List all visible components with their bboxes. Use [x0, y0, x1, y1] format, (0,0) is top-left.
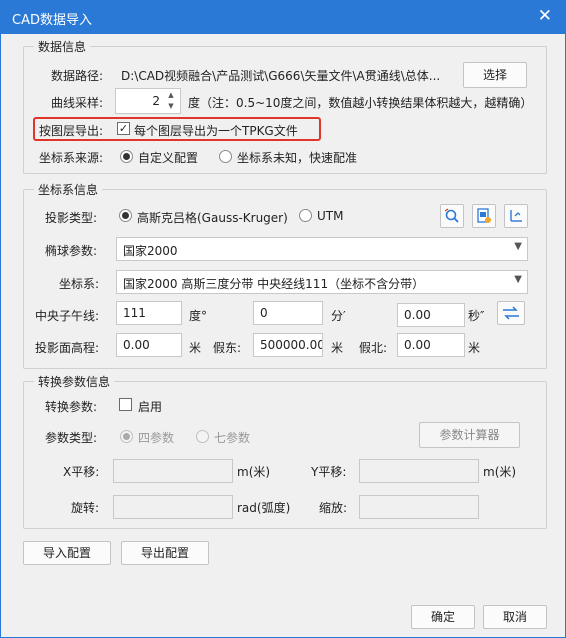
path-label: 数据路径:: [51, 69, 104, 83]
layer-export-label: 按图层导出:: [39, 124, 104, 138]
chevron-down-icon: ▼: [514, 274, 522, 285]
curve-label: 曲线采样:: [51, 96, 104, 110]
y-offset-label: Y平移:: [311, 465, 347, 479]
ellipsoid-value: 国家2000: [123, 244, 178, 258]
crs-select[interactable]: 国家2000 高斯三度分带 中央经线111（坐标不含分带） ▼: [116, 270, 528, 294]
transform-enable-label[interactable]: 启用: [138, 398, 162, 415]
meridian-deg-unit: 度°: [189, 309, 208, 323]
projection-gauss-radio[interactable]: [119, 209, 132, 222]
layer-export-option[interactable]: 每个图层导出为一个TPKG文件: [134, 122, 298, 139]
elev-field[interactable]: 0.00: [116, 333, 182, 357]
x-offset-field[interactable]: [113, 459, 233, 483]
scale-label: 缩放:: [319, 501, 348, 515]
param-type-label: 参数类型:: [45, 431, 98, 445]
projection-utm-radio[interactable]: [299, 209, 312, 222]
rotation-field[interactable]: [113, 495, 233, 519]
curve-value: 2: [152, 94, 160, 108]
close-icon[interactable]: ✕: [538, 6, 552, 26]
param-type-four-radio[interactable]: [120, 430, 133, 443]
elev-unit: 米: [189, 341, 202, 355]
east-unit: 米: [331, 341, 344, 355]
rotation-unit: rad(弧度): [237, 501, 291, 515]
crs-label: 坐标系:: [59, 277, 100, 291]
meridian-min-field[interactable]: 0: [253, 301, 323, 325]
transform-param-label: 转换参数:: [45, 400, 98, 414]
data-info-title: 数据信息: [34, 38, 91, 55]
param-calculator-button[interactable]: 参数计算器: [419, 422, 520, 448]
meridian-deg-field[interactable]: 111: [116, 301, 182, 325]
ellipsoid-select[interactable]: 国家2000 ▼: [116, 237, 528, 261]
east-label: 假东:: [213, 341, 242, 355]
cancel-button[interactable]: 取消: [483, 605, 547, 629]
layer-export-checkbox[interactable]: ✓: [117, 122, 130, 135]
projection-label: 投影类型:: [45, 211, 98, 225]
crs-value: 国家2000 高斯三度分带 中央经线111（坐标不含分带）: [123, 277, 425, 291]
east-field[interactable]: 500000.00: [253, 333, 323, 357]
scale-field[interactable]: [359, 495, 479, 519]
title-bar: CAD数据导入 ✕: [0, 0, 566, 34]
meridian-label: 中央子午线:: [35, 309, 100, 323]
north-unit: 米: [468, 341, 481, 355]
crs-info-title: 坐标系信息: [34, 181, 103, 198]
chevron-down-icon: ▼: [514, 241, 522, 252]
projection-gauss-label[interactable]: 高斯克吕格(Gauss-Kruger): [137, 209, 288, 226]
swap-icon[interactable]: [497, 301, 525, 325]
projection-utm-label[interactable]: UTM: [317, 209, 343, 223]
y-offset-field[interactable]: [359, 459, 479, 483]
window-title: CAD数据导入: [12, 13, 92, 28]
y-offset-unit: m(米): [483, 465, 517, 479]
source-custom-label[interactable]: 自定义配置: [138, 149, 198, 166]
source-unknown-radio[interactable]: [219, 150, 232, 163]
spin-arrows-icon[interactable]: ▲ ▼: [164, 90, 178, 112]
dialog-body: 数据信息 数据路径: D:\CAD视频融合\产品测试\G666\矢量文件\A贯通…: [0, 34, 566, 638]
param-type-four-label[interactable]: 四参数: [138, 429, 174, 446]
curve-note: 度（注：0.5~10度之间，数值越小转换结果体积越大，越精确）: [188, 96, 533, 110]
curve-spinbox[interactable]: 2 ▲ ▼: [115, 88, 181, 114]
ok-button[interactable]: 确定: [411, 605, 475, 629]
browse-button[interactable]: 选择: [463, 62, 527, 88]
param-type-seven-label[interactable]: 七参数: [214, 429, 250, 446]
meridian-min-unit: 分′: [331, 309, 346, 323]
meridian-sec-field[interactable]: 0.00: [397, 303, 465, 327]
transform-enable-checkbox[interactable]: [119, 398, 132, 411]
north-field[interactable]: 0.00: [397, 333, 465, 357]
crs-file-icon[interactable]: [472, 204, 496, 228]
export-config-button[interactable]: 导出配置: [121, 541, 209, 565]
source-label: 坐标系来源:: [39, 151, 104, 165]
elev-label: 投影面高程:: [35, 341, 100, 355]
source-custom-radio[interactable]: [120, 150, 133, 163]
meridian-sec-unit: 秒″: [468, 309, 485, 323]
x-offset-label: X平移:: [63, 465, 100, 479]
north-label: 假北:: [359, 341, 388, 355]
path-value: D:\CAD视频融合\产品测试\G666\矢量文件\A贯通线\总体...: [121, 69, 441, 83]
ellipsoid-label: 椭球参数:: [45, 244, 98, 258]
rotation-label: 旋转:: [71, 501, 100, 515]
search-crs-icon[interactable]: [440, 204, 464, 228]
crs-axis-icon[interactable]: [504, 204, 528, 228]
transform-info-title: 转换参数信息: [34, 373, 115, 390]
param-type-seven-radio[interactable]: [196, 430, 209, 443]
import-config-button[interactable]: 导入配置: [23, 541, 111, 565]
x-offset-unit: m(米): [237, 465, 271, 479]
source-unknown-label[interactable]: 坐标系未知，快速配准: [237, 149, 357, 166]
